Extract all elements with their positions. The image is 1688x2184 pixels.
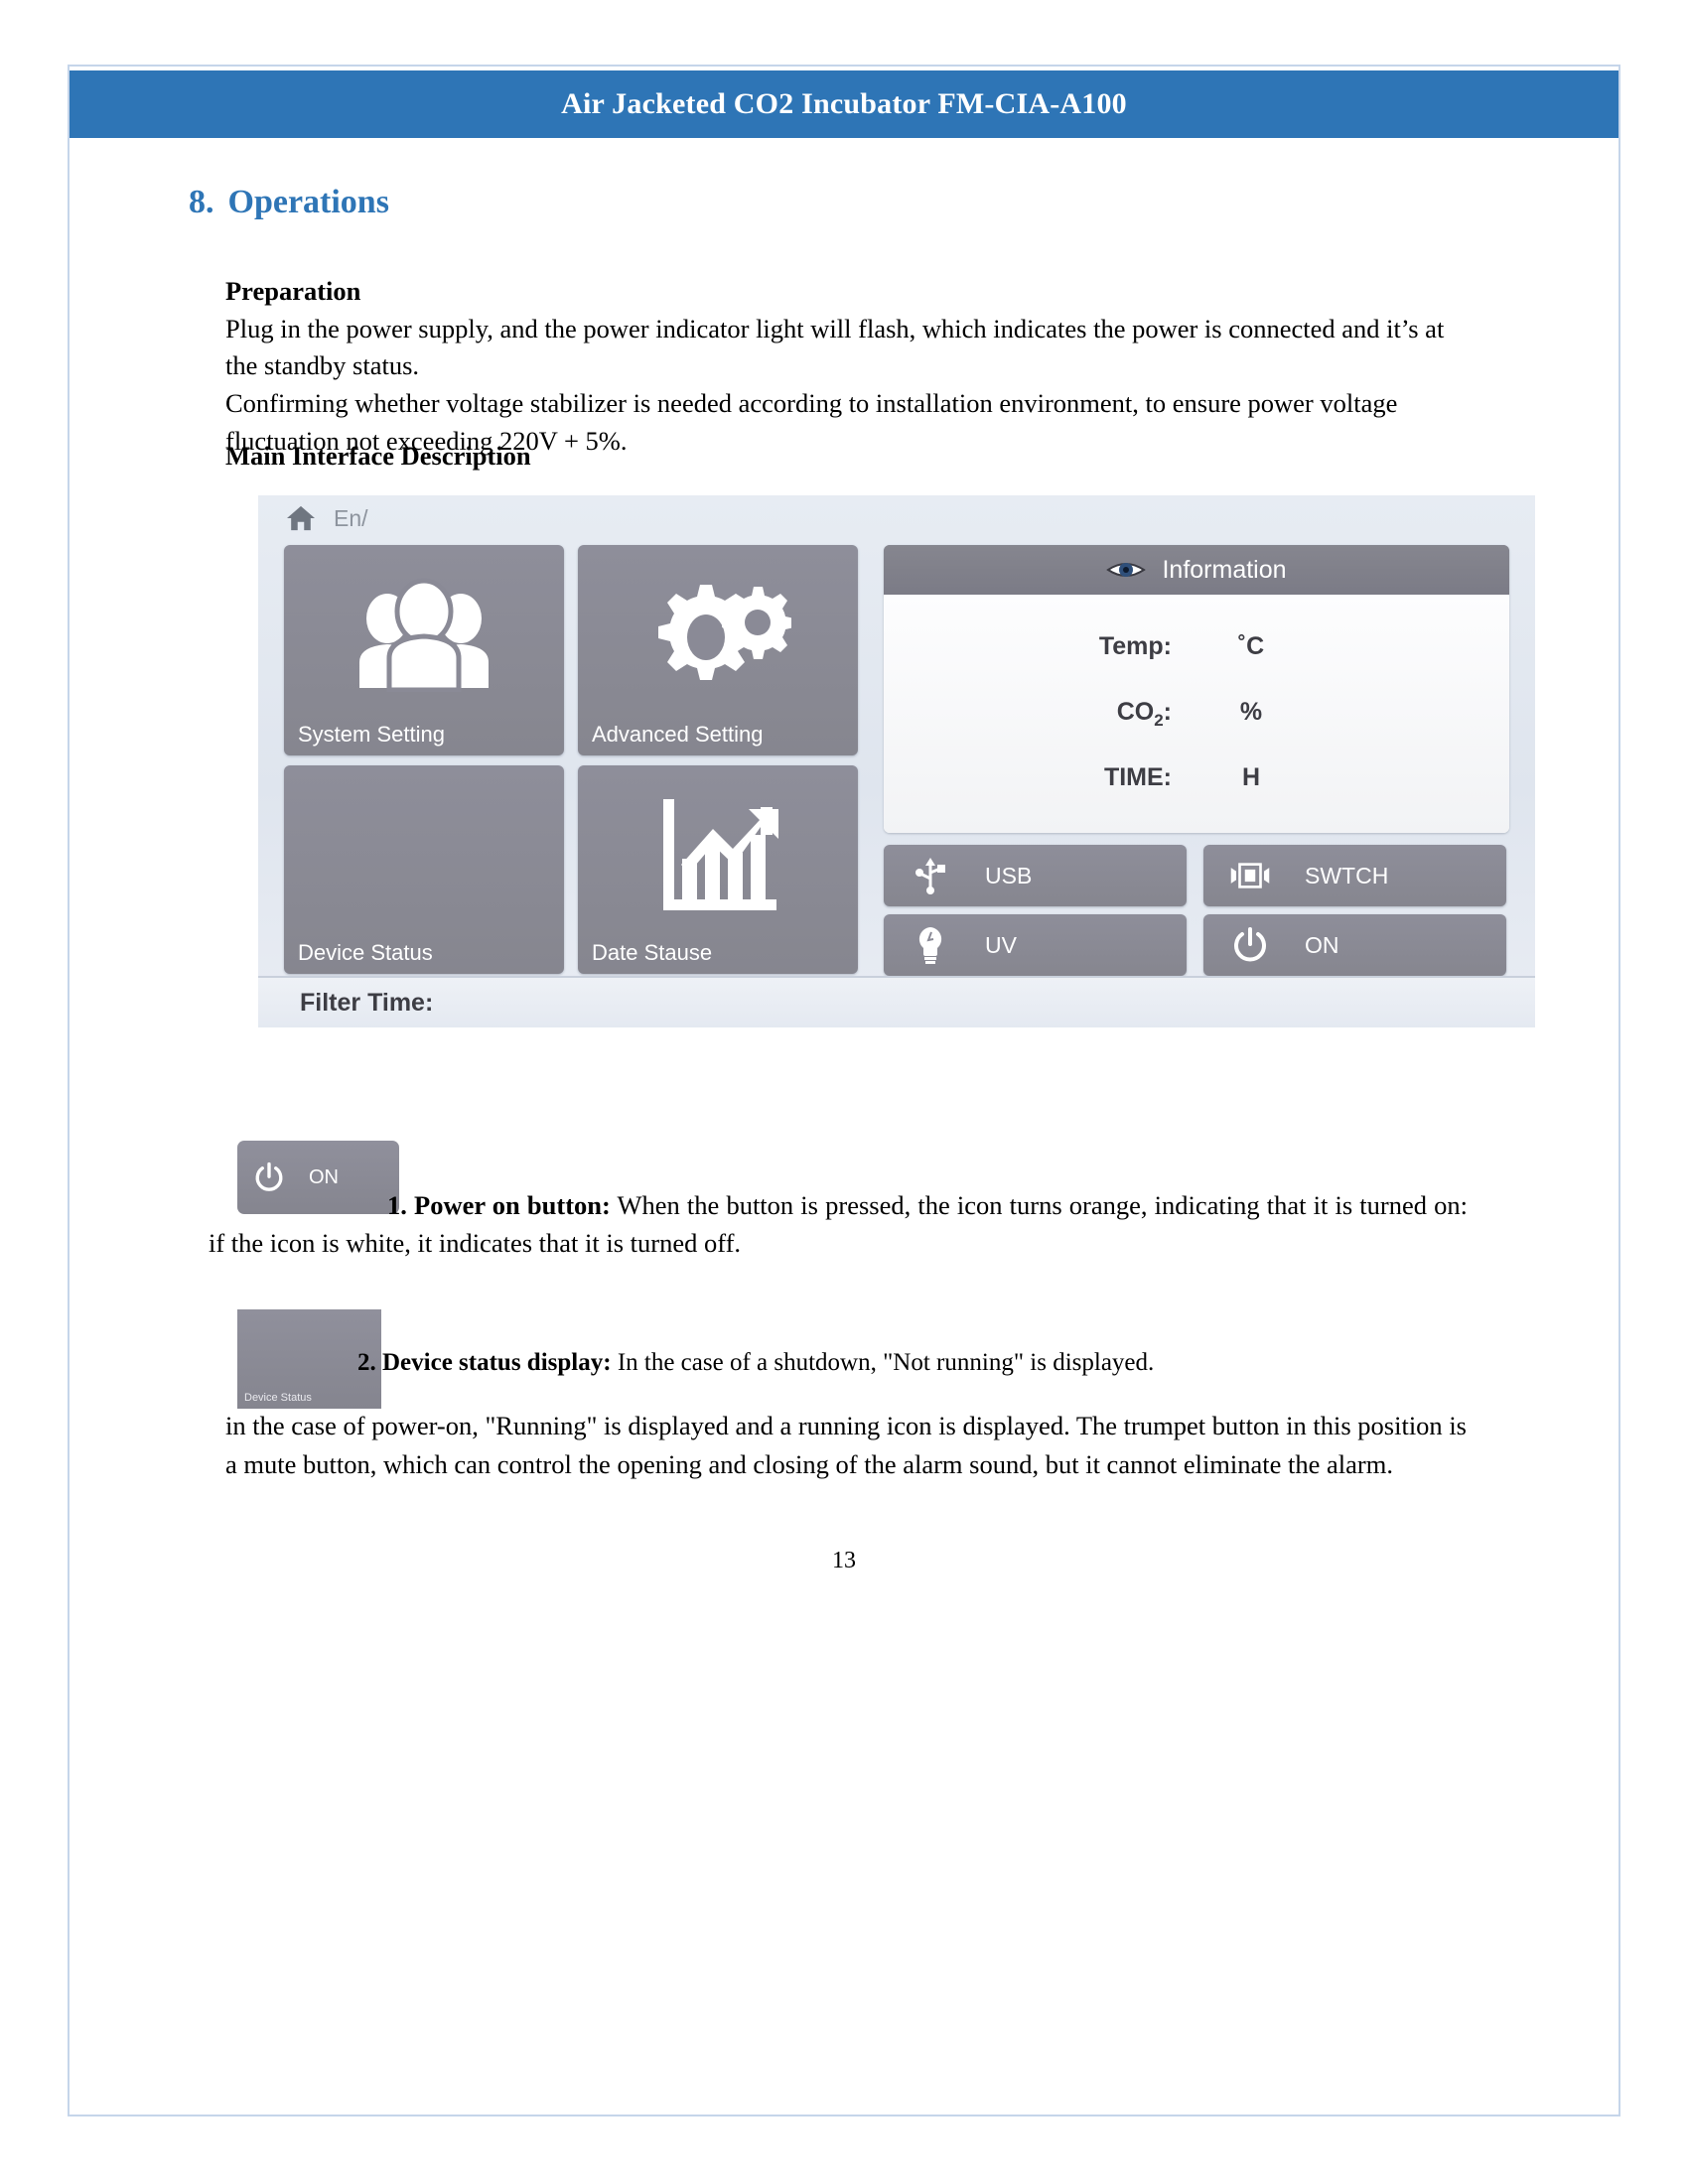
device-ui-topbar: En/ [258,495,1535,541]
preparation-block: Preparation Plug in the power supply, an… [225,273,1467,460]
filter-time-label: Filter Time: [300,988,434,1017]
callout-device-status-body: In the case of a shutdown, "Not running"… [617,1349,1155,1376]
switch-icon [1229,861,1271,890]
information-card: Information Temp: ˚C CO2: % TIME: H [884,545,1509,833]
tile-advanced-setting[interactable]: Advanced Setting [578,545,858,755]
main-interface-heading: Main Interface Description [225,441,531,471]
section-heading: 8. Operations [189,184,389,221]
information-row-temp: Temp: ˚C [884,632,1509,661]
document-header-bar: Air Jacketed CO2 Incubator FM-CIA-A100 [70,70,1618,138]
information-header: Information [884,545,1509,595]
header-title: Air Jacketed CO2 Incubator FM-CIA-A100 [561,87,1127,120]
users-group-icon [284,575,564,692]
device-ui-screenshot: En/ System Setting Advanced Setting Devi… [258,495,1535,1027]
filter-time-row: Filter Time: [258,976,1535,1027]
usb-label: USB [985,862,1033,888]
co2-label: CO2: [1116,698,1172,730]
tile-label: Advanced Setting [592,722,764,747]
device-ui-tile-grid: System Setting Advanced Setting Device S… [284,545,858,974]
tile-label: System Setting [298,722,445,747]
callout-power-on-title: 1. Power on button: [387,1190,611,1220]
callout-device-status-title: 2. Device status display: [357,1349,612,1376]
tile-date-stause[interactable]: Date Stause [578,765,858,974]
callout-power-on-text: 1. Power on button: When the button is p… [209,1186,1468,1263]
power-on-button[interactable]: ON [1203,914,1506,976]
preparation-heading: Preparation [225,276,361,306]
power-icon [1229,926,1271,964]
time-unit: H [1241,763,1261,791]
switch-label: SWTCH [1305,862,1389,888]
language-label[interactable]: En/ [334,505,368,532]
power-label: ON [1305,931,1339,958]
co2-unit: % [1239,698,1263,726]
device-ui-button-grid: USB SWTCH UV ON [884,845,1509,976]
tile-device-status[interactable]: Device Status [284,765,564,974]
home-icon[interactable] [286,504,316,532]
document-page: Air Jacketed CO2 Incubator FM-CIA-A100 8… [68,65,1620,2116]
bar-chart-arrow-icon [578,795,858,914]
uv-button[interactable]: UV [884,914,1187,976]
preparation-line-1: Plug in the power supply, and the power … [225,313,1445,381]
switch-button[interactable]: SWTCH [1203,845,1506,906]
callout-device-status-paragraph: in the case of power-on, "Running" is di… [225,1411,1467,1479]
information-row-time: TIME: H [884,763,1509,792]
document-body: 8. Operations Preparation Plug in the pow… [70,138,1618,2115]
section-title: Operations [227,184,389,220]
tile-label: Date Stause [592,940,713,965]
callout-device-status-text: 2. Device status display: In the case of… [209,1345,1468,1381]
gears-icon [578,575,858,696]
information-title: Information [1162,555,1287,584]
device-status-thumbnail-label: Device Status [244,1392,312,1404]
eye-icon [1106,558,1147,582]
bulb-icon [910,925,951,965]
tile-system-setting[interactable]: System Setting [284,545,564,755]
temp-unit: ˚C [1237,632,1265,660]
uv-label: UV [985,931,1017,958]
usb-icon [910,857,951,894]
usb-button[interactable]: USB [884,845,1187,906]
information-body: Temp: ˚C CO2: % TIME: H [884,595,1509,833]
tile-label: Device Status [298,940,433,965]
page-number: 13 [832,1548,856,1573]
time-label: TIME: [1103,763,1172,791]
information-row-co2: CO2: % [884,698,1509,731]
temp-label: Temp: [1098,632,1172,660]
section-number: 8. [189,184,214,220]
